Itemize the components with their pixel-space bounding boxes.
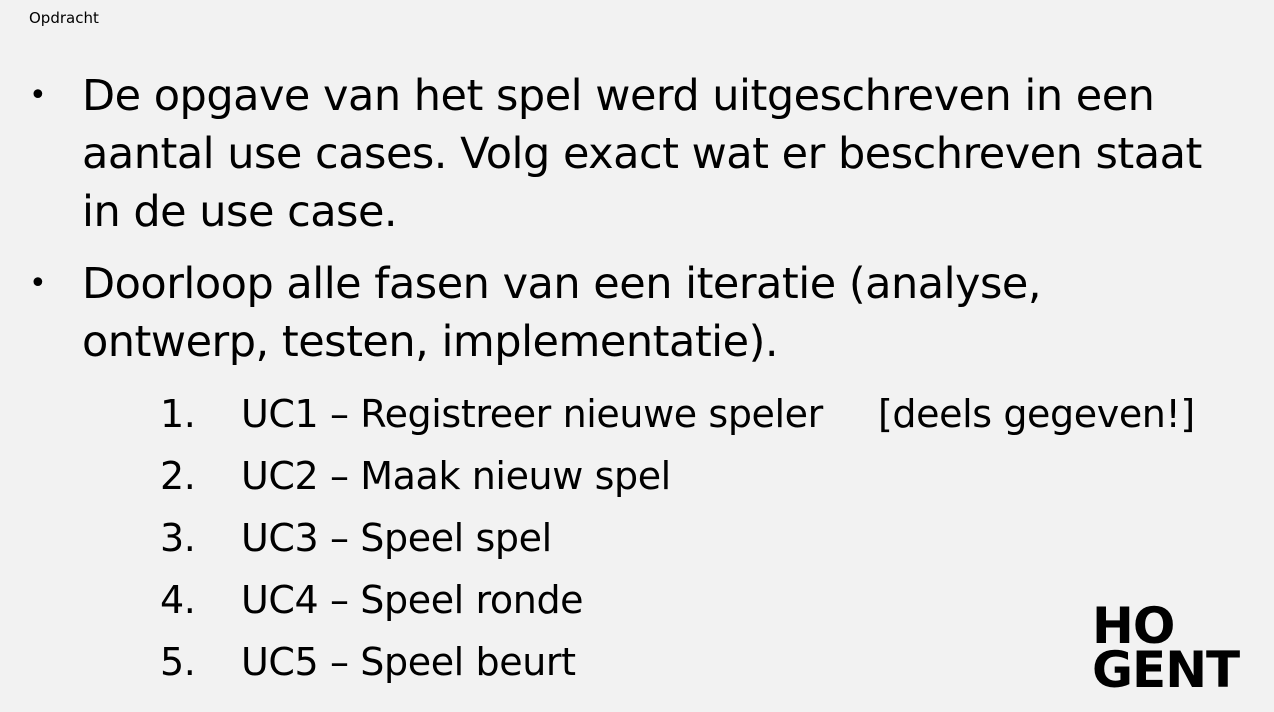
bullet-item-iteration: • Doorloop alle fasen van een iteratie (… (0, 255, 1092, 371)
bullet-item-use-cases: • De opgave van het spel werd uitgeschre… (0, 67, 1242, 241)
bullet-list: • De opgave van het spel werd uitgeschre… (0, 67, 1242, 385)
logo-line-bottom: GENT (1092, 641, 1240, 699)
hogent-logo: HO GENT (1092, 601, 1242, 699)
slide-title: Opdracht (29, 9, 99, 27)
use-case-text: UC1 – Registreer nieuwe speler (241, 392, 823, 436)
use-case-text: UC5 – Speel beurt (241, 640, 576, 684)
bullet-line: De opgave van het spel werd uitgeschreve… (82, 71, 1155, 121)
use-case-number: 1. (160, 392, 196, 436)
bullet-icon: • (29, 78, 47, 113)
use-case-number: 2. (160, 454, 196, 498)
bullet-line: in de use case. (82, 187, 398, 237)
bullet-line: Doorloop alle fasen van een iteratie (an… (82, 259, 1042, 309)
bullet-icon: • (29, 266, 47, 301)
use-case-text: UC4 – Speel ronde (241, 578, 584, 622)
use-case-text: UC2 – Maak nieuw spel (241, 454, 671, 498)
use-case-note: [deels gegeven!] (878, 392, 1195, 436)
use-case-number: 5. (160, 640, 196, 684)
use-case-number: 4. (160, 578, 196, 622)
use-case-text: UC3 – Speel spel (241, 516, 552, 560)
slide: Opdracht • De opgave van het spel werd u… (0, 0, 1274, 712)
bullet-line: ontwerp, testen, implementatie). (82, 317, 779, 367)
bullet-line: aantal use cases. Volg exact wat er besc… (82, 129, 1202, 179)
use-case-number: 3. (160, 516, 196, 560)
